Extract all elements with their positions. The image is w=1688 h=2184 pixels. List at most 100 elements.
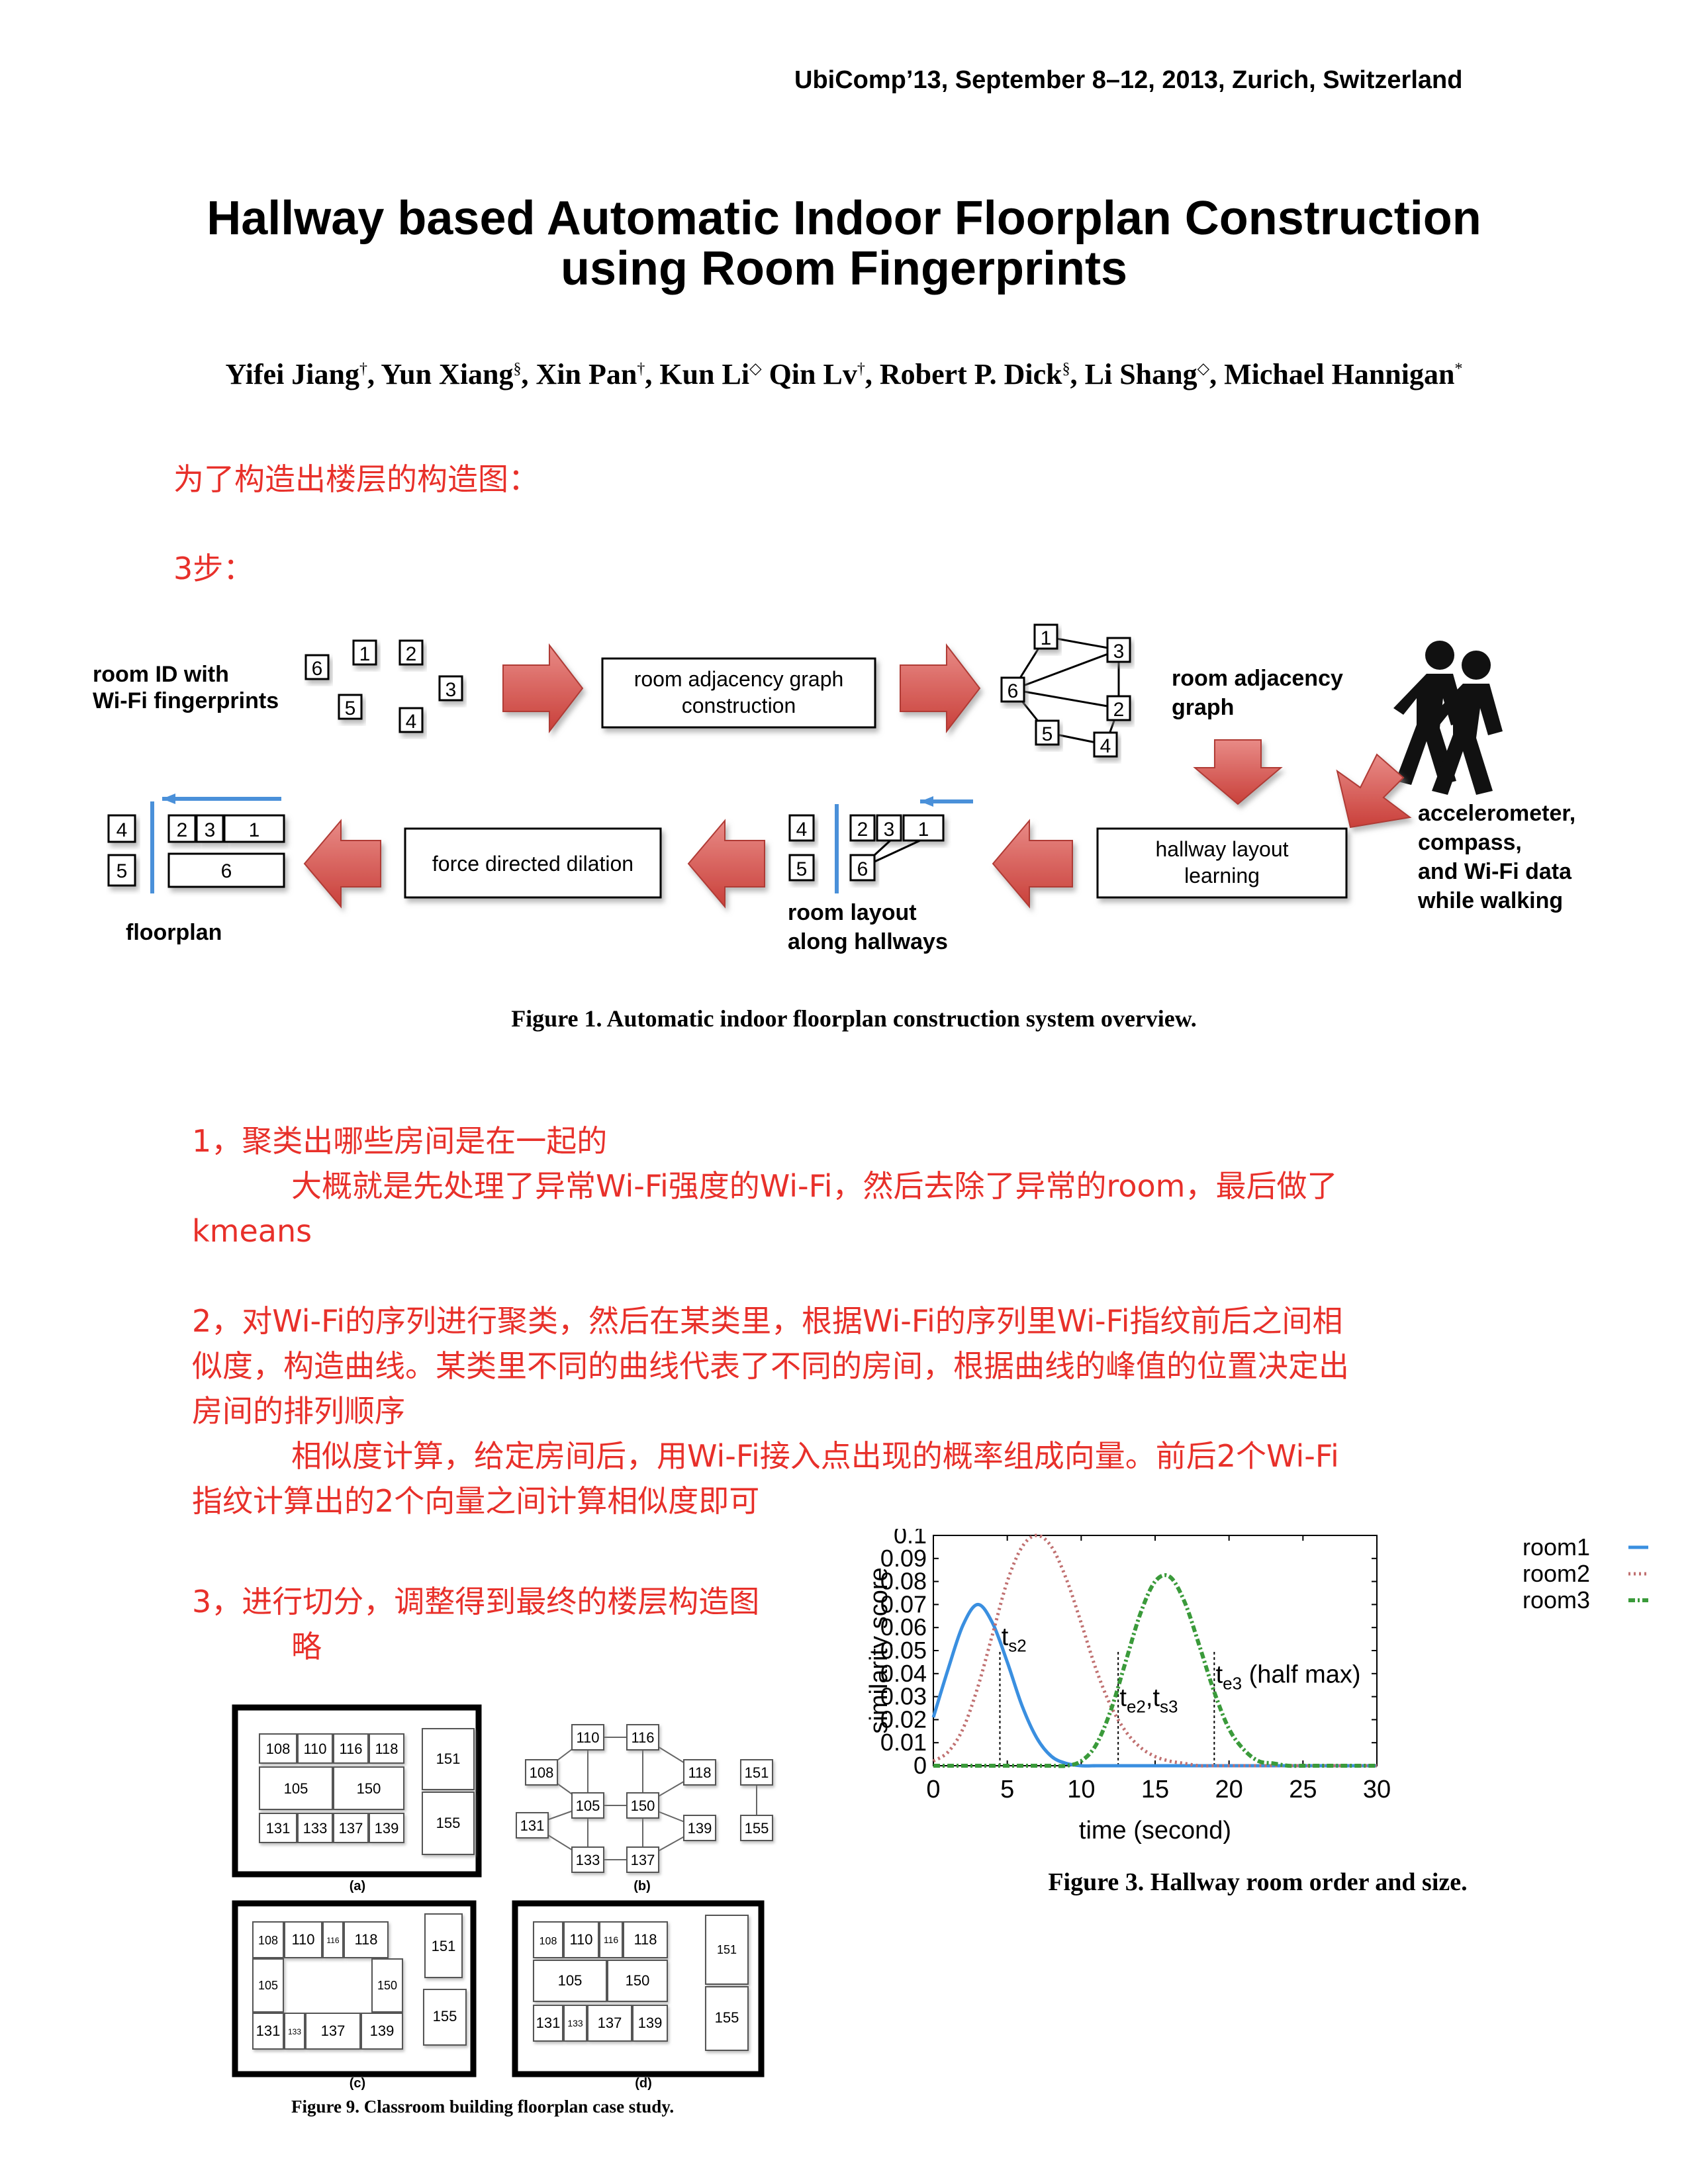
layout-room-1: 1 xyxy=(918,819,929,841)
floorplan-room-1: 1 xyxy=(249,819,260,841)
x-tick-label: 20 xyxy=(1215,1776,1243,1803)
title-line-2: using Room Fingerprints xyxy=(561,242,1127,295)
x-tick-label: 15 xyxy=(1141,1776,1169,1803)
label-layout-2: along hallways xyxy=(788,929,948,954)
c-room-150: 150 xyxy=(377,1979,397,1992)
label-floorplan: floorplan xyxy=(126,920,222,945)
c-room-131: 131 xyxy=(256,2023,281,2039)
b-node-139: 139 xyxy=(688,1820,712,1837)
layout-room-5: 5 xyxy=(796,858,808,880)
author-separator: , xyxy=(645,358,660,390)
c-room-105: 105 xyxy=(258,1979,278,1992)
legend-label-room3: room3 xyxy=(1523,1586,1590,1614)
panel-c-label: (c) xyxy=(350,2076,365,2091)
author-list: Yifei Jiang†, Yun Xiang§, Xin Pan†, Kun … xyxy=(99,357,1589,391)
b-node-118: 118 xyxy=(688,1764,711,1781)
author-name: Qin Lv xyxy=(769,358,857,390)
label-graph-2: graph xyxy=(1172,695,1234,720)
annotation-sep: , xyxy=(1146,1684,1153,1712)
author-affiliation-mark: ◇ xyxy=(1197,360,1210,378)
a-room-116: 116 xyxy=(339,1741,362,1757)
d-room-151: 151 xyxy=(717,1943,737,1956)
x-tick-label: 10 xyxy=(1067,1776,1095,1803)
legend-label-room1: room1 xyxy=(1523,1533,1590,1561)
c-room-151: 151 xyxy=(432,1938,456,1954)
author-separator: , xyxy=(865,358,880,390)
author-affiliation-mark: † xyxy=(637,360,645,378)
label-graph-1: room adjacency xyxy=(1172,666,1343,691)
graph-node-5: 5 xyxy=(1042,723,1053,745)
d-room-116: 116 xyxy=(604,1934,619,1945)
step-2-detail-a: 相似度计算，给定房间后，用Wi-Fi接入点出现的概率组成向量。前后2个Wi-Fi xyxy=(291,1438,1339,1474)
a-room-151: 151 xyxy=(436,1751,461,1767)
arrow-diagonal xyxy=(1336,753,1412,829)
step-1-detail-a: 大概就是先处理了异常Wi-Fi强度的Wi-Fi，然后去除了异常的room，最后做… xyxy=(291,1168,1338,1204)
b-node-137: 137 xyxy=(631,1852,655,1868)
author-name: Yun Xiang xyxy=(381,358,514,390)
annotation-halfmax: (half max) xyxy=(1242,1661,1360,1689)
note-intro: 为了构造出楼层的构造图： xyxy=(173,461,539,497)
author-affiliation-mark: § xyxy=(513,360,522,378)
d-room-155: 155 xyxy=(715,2009,739,2026)
annotation-te2: te2,ts3 xyxy=(1119,1684,1178,1717)
layout-room-6: 6 xyxy=(857,858,868,880)
c-room-133: 133 xyxy=(288,2027,301,2036)
annotation-ts2: ts2 xyxy=(1002,1623,1027,1655)
annotation-te3: te3 (half max) xyxy=(1216,1661,1361,1694)
figure-1-caption: Figure 1. Automatic indoor floorplan con… xyxy=(511,1005,1197,1032)
x-tick-label: 0 xyxy=(926,1776,940,1803)
figure-9-caption: Figure 9. Classroom building floorplan c… xyxy=(291,2097,675,2116)
author-affiliation-mark: † xyxy=(857,360,865,378)
step-2-line-3: 房间的排列顺序 xyxy=(192,1393,405,1429)
floorplan-room-4: 4 xyxy=(117,819,128,841)
author-separator: , xyxy=(1209,358,1225,390)
step-3-detail: 略 xyxy=(291,1629,322,1664)
arrow-left-5 xyxy=(303,819,381,909)
graph-node-4: 4 xyxy=(1100,735,1111,757)
panel-d-label: (d) xyxy=(635,2076,652,2091)
author-separator: , xyxy=(367,358,381,390)
title-line-1: Hallway based Automatic Indoor Floorplan… xyxy=(207,192,1481,245)
d-room-105: 105 xyxy=(558,1972,583,1989)
room-1: 1 xyxy=(359,643,371,665)
author-name: Kun Li xyxy=(659,358,750,390)
author-affiliation-mark: § xyxy=(1062,360,1070,378)
layout-room-3: 3 xyxy=(884,819,895,841)
box-adjacency-line-1: room adjacency graph xyxy=(634,667,844,691)
a-room-150: 150 xyxy=(357,1780,381,1797)
graph-node-3: 3 xyxy=(1113,641,1125,662)
a-room-133: 133 xyxy=(303,1820,328,1837)
d-room-108: 108 xyxy=(539,1936,557,1947)
author-affiliation-mark: † xyxy=(359,360,367,378)
label-layout-1: room layout xyxy=(788,900,917,925)
b-node-151: 151 xyxy=(745,1764,769,1781)
arrow-right-1 xyxy=(502,643,584,733)
x-tick-label: 30 xyxy=(1363,1776,1391,1803)
legend-label-room2: room2 xyxy=(1523,1560,1590,1587)
author-name: Xin Pan xyxy=(536,358,637,390)
b-node-105: 105 xyxy=(576,1797,600,1814)
figure-3-chart: 0 5 10 15 20 25 3000.010.020.030.040.050.060.0… xyxy=(865,1529,1648,1844)
c-room-108: 108 xyxy=(258,1934,278,1947)
author-name: Michael Hannigan xyxy=(1224,358,1455,390)
author-separator xyxy=(762,358,769,390)
figure-3-caption: Figure 3. Hallway room order and size. xyxy=(1048,1868,1468,1896)
c-room-116: 116 xyxy=(326,1936,339,1945)
box-force-label: force directed dilation xyxy=(432,852,633,876)
b-node-116: 116 xyxy=(631,1729,654,1746)
room-2: 2 xyxy=(406,643,417,665)
step-2-line-1: 2，对Wi-Fi的序列进行聚类，然后在某类里，根据Wi-Fi的序列里Wi-Fi指… xyxy=(192,1303,1343,1339)
c-room-110: 110 xyxy=(291,1931,314,1948)
annotation-te3-sub: e3 xyxy=(1223,1674,1242,1694)
label-room-id-1: room ID with xyxy=(93,662,229,687)
b-node-131: 131 xyxy=(520,1817,545,1834)
a-room-131: 131 xyxy=(266,1820,291,1837)
author-separator: , xyxy=(1070,358,1085,390)
step-3-notes: 3，进行切分，调整得到最终的楼层构造图 略 xyxy=(192,1579,854,1669)
figure-9-diagram: 108 110 116 118 105 150 131 133 137 139 … xyxy=(232,1704,773,2091)
box-hallway-line-1: hallway layout xyxy=(1156,837,1289,861)
step-1-notes: 1，聚类出哪些房间是在一起的 大概就是先处理了异常Wi-Fi强度的Wi-Fi，然… xyxy=(192,1118,1516,1524)
annotation-ts2-sub: s2 xyxy=(1008,1635,1026,1655)
step-3-title: 3，进行切分，调整得到最终的楼层构造图 xyxy=(192,1584,760,1619)
a-room-118: 118 xyxy=(375,1741,398,1757)
